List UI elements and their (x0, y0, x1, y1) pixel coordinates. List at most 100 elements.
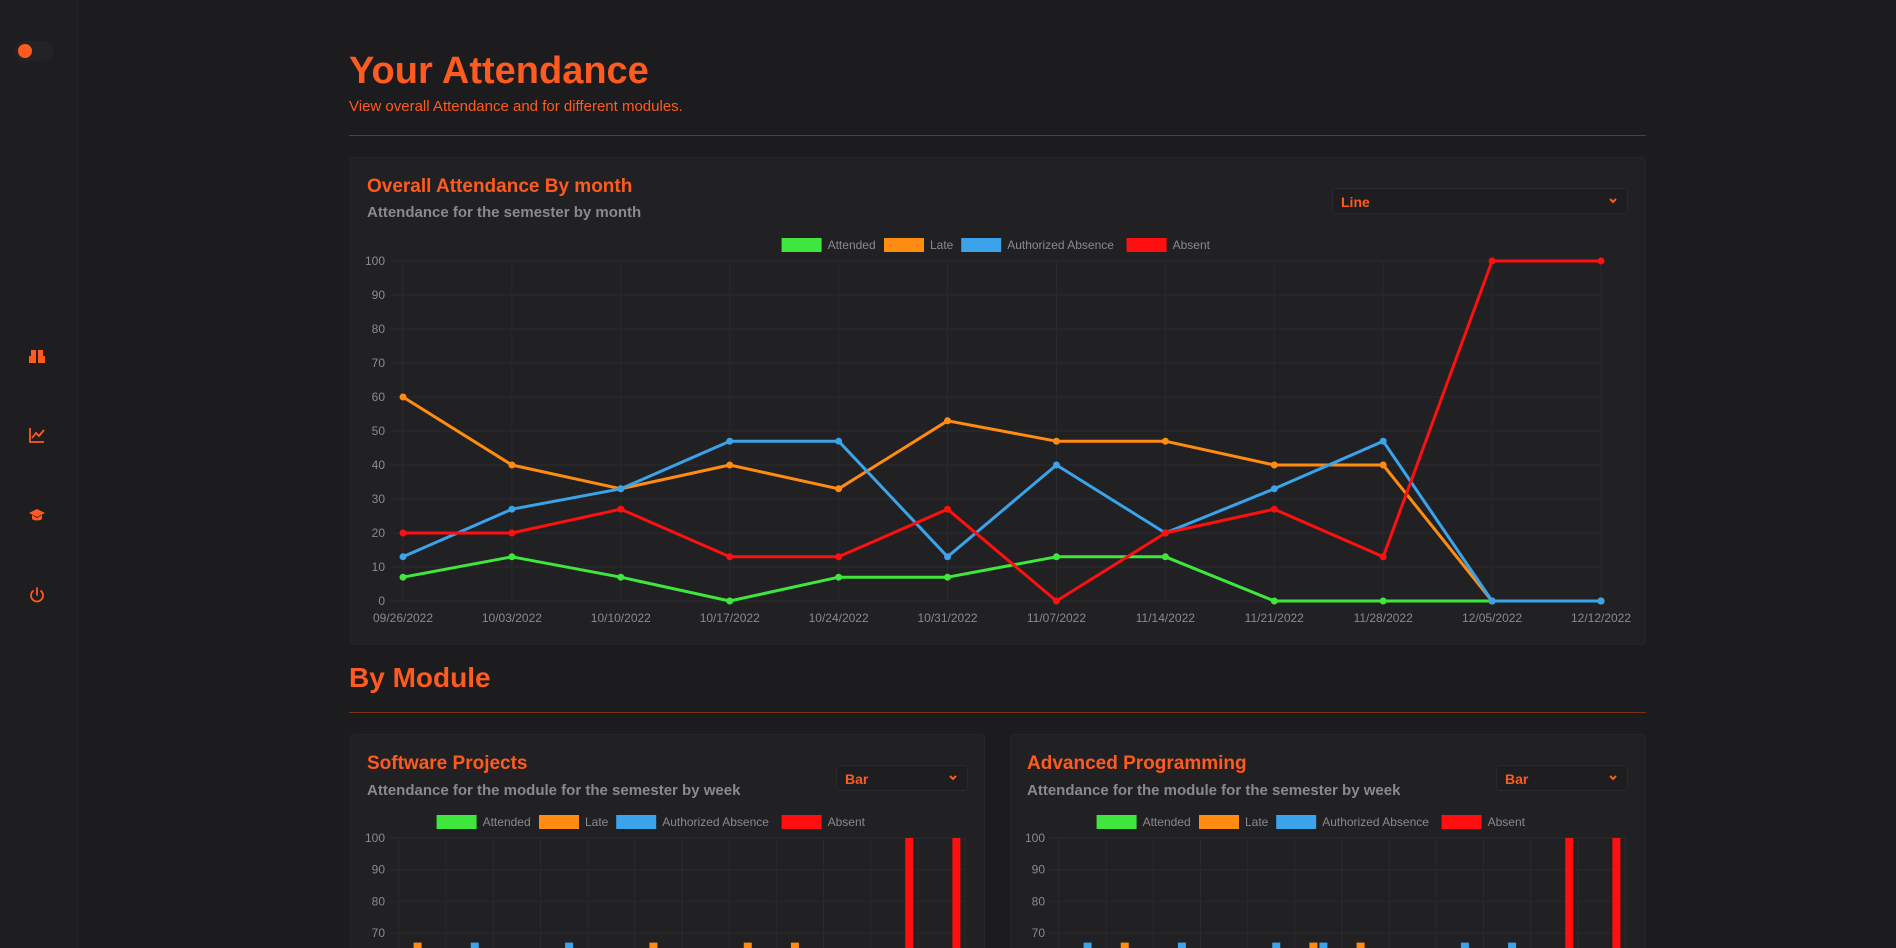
x-tick-label: 11/14/2022 (1136, 611, 1195, 625)
data-point (726, 553, 734, 561)
legend-label: Authorized Absence (1322, 815, 1429, 829)
x-tick-label: 09/26/2022 (373, 611, 433, 625)
y-tick-label: 80 (372, 894, 386, 908)
data-point (1161, 553, 1169, 561)
data-point (399, 573, 407, 581)
legend-swatch (781, 815, 822, 829)
x-tick-label: 12/05/2022 (1462, 611, 1522, 625)
data-point (1161, 437, 1169, 445)
module-2-chart: Attended Late Authorized Absence Absent 70 80… (1025, 815, 1626, 948)
legend-label: Late (930, 238, 954, 252)
legend-swatch (1096, 815, 1137, 829)
x-tick-label: 10/17/2022 (700, 611, 760, 625)
legend-swatch (1199, 815, 1239, 829)
data-point (1597, 257, 1605, 265)
data-point (1161, 529, 1169, 537)
legend-swatch (1276, 815, 1317, 829)
power-icon[interactable] (26, 584, 48, 606)
data-point (1379, 437, 1387, 445)
data-point (617, 485, 625, 493)
boxes-icon[interactable] (26, 345, 48, 367)
legend-label: Absent (1488, 815, 1526, 829)
y-tick-label: 40 (372, 458, 386, 472)
y-tick-label: 70 (372, 926, 386, 940)
overall-attendance-chart: Attended Late Authorized Absence Absent 0 10 2… (365, 238, 1631, 625)
data-point (726, 597, 734, 605)
y-tick-label: 100 (365, 831, 385, 845)
y-tick-label: 90 (372, 863, 386, 877)
data-point (835, 437, 843, 445)
data-point (617, 505, 625, 513)
data-point (1488, 597, 1496, 605)
bar (952, 838, 961, 948)
bar (413, 942, 422, 948)
data-point (1052, 437, 1060, 445)
by-module-title: By Module (349, 662, 491, 693)
legend-label: Absent (828, 815, 866, 829)
module-1-chart: Attended Late Authorized Absence Absent 70 80… (365, 815, 966, 948)
data-point (399, 393, 407, 401)
legend-swatch (1441, 815, 1482, 829)
data-point (1270, 461, 1278, 469)
data-point (835, 553, 843, 561)
data-point (726, 461, 734, 469)
y-tick-label: 90 (372, 288, 386, 302)
legend-label: Attended (828, 238, 876, 252)
page-title: Your Attendance (349, 50, 649, 92)
y-tick-label: 70 (372, 356, 386, 370)
bar (1460, 942, 1469, 948)
data-point (1052, 597, 1060, 605)
data-point (1052, 553, 1060, 561)
legend-label: Late (1245, 815, 1269, 829)
series-line (402, 555, 1601, 603)
data-point (944, 505, 952, 513)
y-tick-label: 30 (372, 492, 386, 506)
y-tick-label: 100 (365, 254, 385, 268)
y-tick-label: 100 (1025, 831, 1045, 845)
data-point (508, 461, 516, 469)
bar (1120, 942, 1129, 948)
bar (1177, 942, 1186, 948)
data-point (1379, 553, 1387, 561)
y-tick-label: 0 (378, 594, 385, 608)
data-point (617, 573, 625, 581)
bar (1272, 942, 1281, 948)
bar (1356, 942, 1365, 948)
data-point (1597, 597, 1605, 605)
chart-line-icon[interactable] (26, 424, 48, 446)
legend-swatch (884, 238, 924, 252)
x-tick-label: 11/07/2022 (1027, 611, 1086, 625)
page-subtitle: View overall Attendance and for differen… (349, 98, 683, 115)
legend-swatch (781, 238, 822, 252)
toggle-knob (18, 44, 32, 58)
theme-toggle[interactable] (15, 41, 53, 61)
legend-swatch (1126, 238, 1167, 252)
y-tick-label: 80 (1032, 894, 1046, 908)
data-point (1052, 461, 1060, 469)
legend-label: Absent (1173, 238, 1211, 252)
data-point (726, 437, 734, 445)
data-point (944, 573, 952, 581)
bar (743, 942, 752, 948)
legend-label: Authorized Absence (1007, 238, 1114, 252)
data-point (508, 553, 516, 561)
y-tick-label: 50 (372, 424, 386, 438)
y-tick-label: 60 (372, 390, 386, 404)
bar (1319, 942, 1328, 948)
data-point (399, 553, 407, 561)
y-tick-label: 80 (372, 322, 386, 336)
data-point (508, 505, 516, 513)
data-point (1379, 461, 1387, 469)
legend-swatch (539, 815, 579, 829)
data-point (399, 529, 407, 537)
legend-label: Attended (483, 815, 531, 829)
sidebar (0, 0, 78, 948)
bar (790, 942, 799, 948)
data-point (508, 529, 516, 537)
x-tick-label: 10/10/2022 (591, 611, 651, 625)
graduation-cap-icon[interactable] (26, 504, 48, 526)
y-tick-label: 70 (1032, 926, 1046, 940)
bar (649, 942, 658, 948)
x-tick-label: 10/03/2022 (482, 611, 542, 625)
y-tick-label: 10 (372, 560, 386, 574)
